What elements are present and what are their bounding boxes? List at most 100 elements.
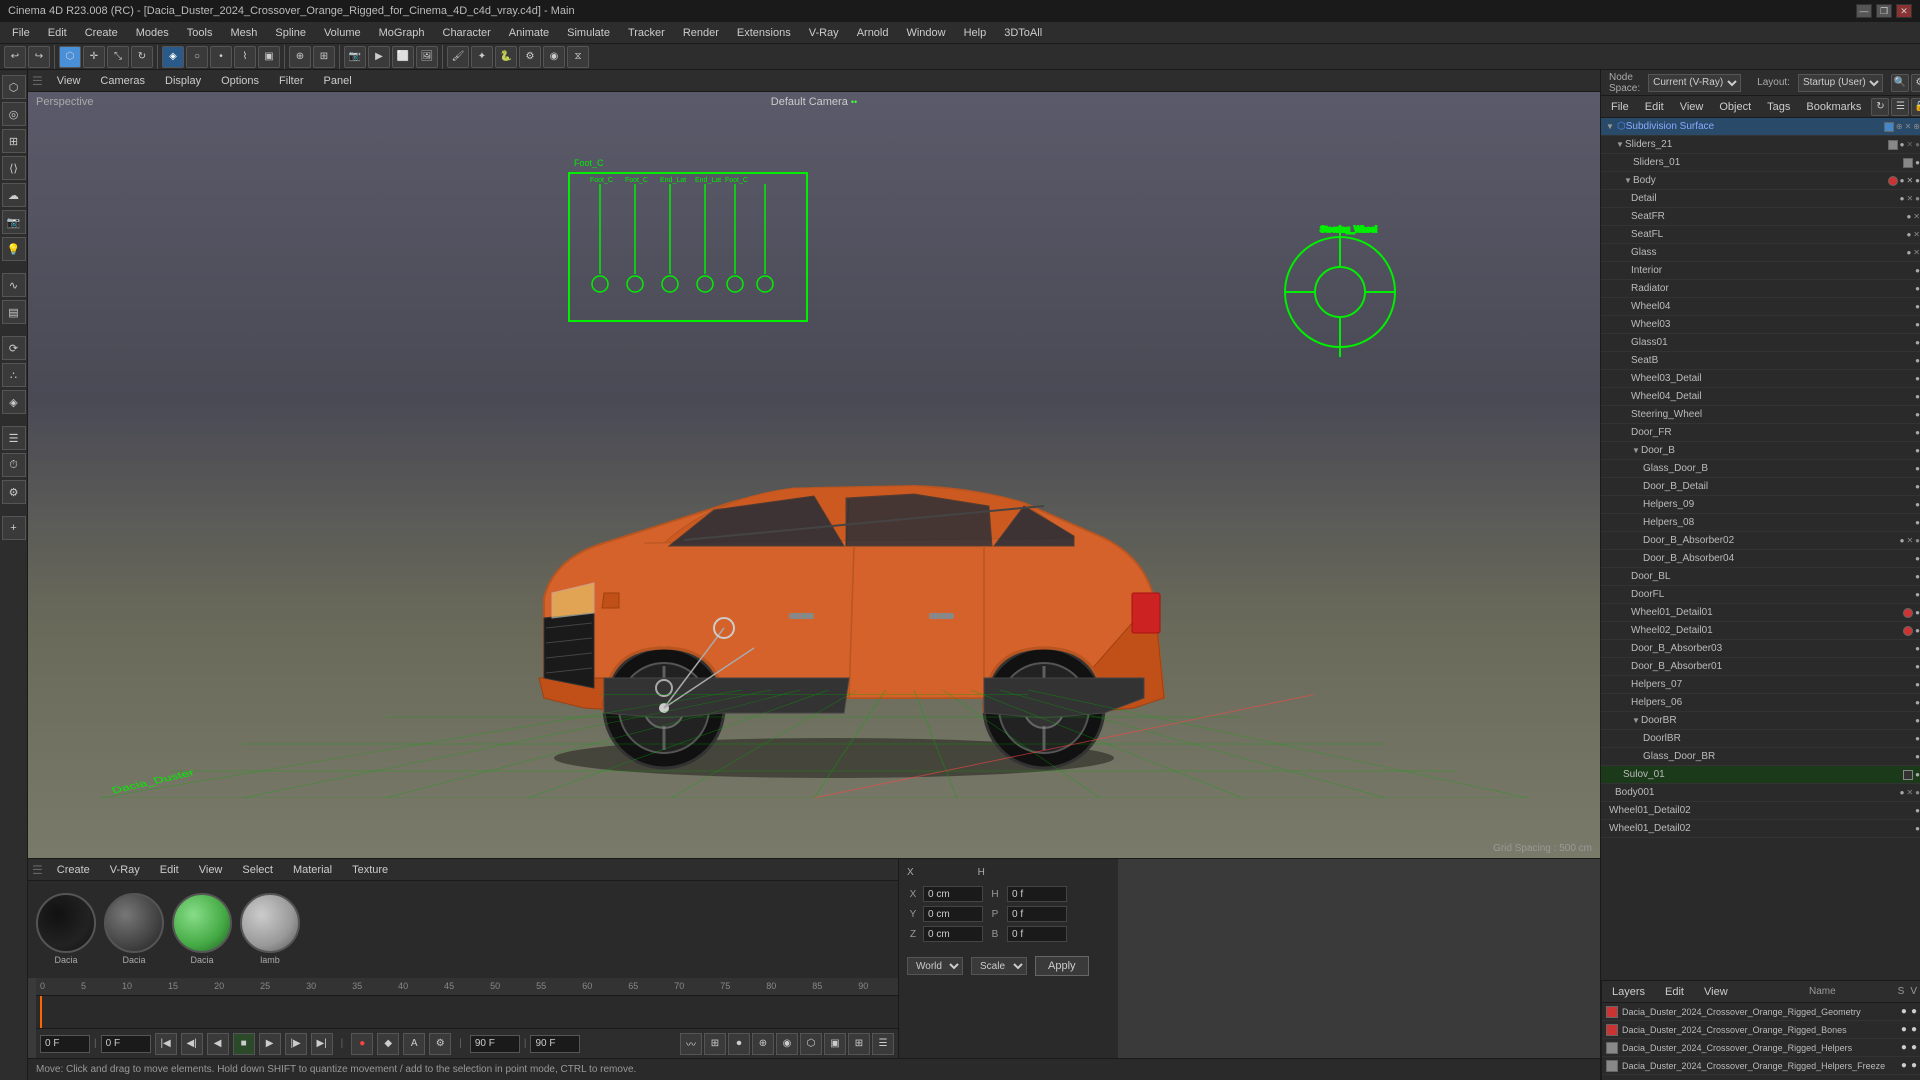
layers-edit[interactable]: Edit — [1659, 984, 1690, 1000]
material-ball-2[interactable] — [104, 893, 164, 953]
menu-item-arnold[interactable]: Arnold — [849, 25, 897, 41]
tree-item-sliders01[interactable]: ▶ Sliders_01 ● — [1601, 154, 1920, 172]
viewport-menu-icon[interactable]: ☰ — [32, 74, 43, 88]
layout-select[interactable]: Startup (User) — [1798, 74, 1883, 92]
om-edit[interactable]: Edit — [1639, 99, 1670, 115]
mat-view[interactable]: View — [193, 862, 229, 878]
menu-item-help[interactable]: Help — [956, 25, 995, 41]
search-scene-btn[interactable]: 🔍 — [1891, 74, 1909, 92]
go-to-start-btn[interactable]: |◀ — [155, 1033, 177, 1055]
timeline-content[interactable] — [36, 996, 898, 1029]
rotation-h-input[interactable] — [1007, 886, 1067, 902]
spline-tool[interactable]: ∿ — [2, 273, 26, 297]
tree-item-seatfr[interactable]: SeatFR●✕ — [1601, 208, 1920, 226]
plugin-btn3[interactable]: ⧖ — [567, 46, 589, 68]
tree-item-doorfr[interactable]: Door_FR● — [1601, 424, 1920, 442]
position-x-input[interactable] — [923, 886, 983, 902]
auto-key-btn[interactable]: A — [403, 1033, 425, 1055]
undo-button[interactable]: ↩ — [4, 46, 26, 68]
xpresso-tool[interactable]: ⚙ — [2, 480, 26, 504]
sculpt-btn[interactable]: ✦ — [471, 46, 493, 68]
tree-item-wheel01detail02a[interactable]: Wheel01_Detail02 ● — [1601, 802, 1920, 820]
om-object[interactable]: Object — [1713, 99, 1757, 115]
stop-btn[interactable]: ■ — [233, 1033, 255, 1055]
material-ball-4[interactable] — [240, 893, 300, 953]
tree-item-doorfl[interactable]: DoorFL● — [1601, 586, 1920, 604]
grid-btn[interactable]: ⊞ — [313, 46, 335, 68]
settings-btn[interactable]: ⚙ — [429, 1033, 451, 1055]
om-refresh-btn[interactable]: ↻ — [1871, 98, 1889, 116]
menu-item-window[interactable]: Window — [898, 25, 953, 41]
nurbs-tool[interactable]: ◎ — [2, 102, 26, 126]
viewport-menu-cameras[interactable]: Cameras — [94, 73, 151, 89]
tree-item-doorabsorber02[interactable]: Door_B_Absorber02●✕● — [1601, 532, 1920, 550]
timeline-scrubber[interactable] — [40, 996, 42, 1029]
menu-item-render[interactable]: Render — [675, 25, 727, 41]
environment-tool[interactable]: ☁ — [2, 183, 26, 207]
layer-helpers-freeze[interactable]: Dacia_Duster_2024_Crossover_Orange_Rigge… — [1602, 1057, 1920, 1075]
mat-edit[interactable]: Edit — [154, 862, 185, 878]
material-item-3[interactable]: Dacia — [172, 893, 232, 965]
tree-item-glass01[interactable]: Glass01● — [1601, 334, 1920, 352]
tree-item-wheel04detail[interactable]: Wheel04_Detail● — [1601, 388, 1920, 406]
viewport[interactable]: Perspective Default Camera •• Foot_C — [28, 92, 1600, 858]
layer-geometry[interactable]: Dacia_Duster_2024_Crossover_Orange_Rigge… — [1602, 1003, 1920, 1021]
layer-helpers[interactable]: Dacia_Duster_2024_Crossover_Orange_Rigge… — [1602, 1039, 1920, 1057]
menu-item-animate[interactable]: Animate — [501, 25, 557, 41]
tree-item-glassdoorbr[interactable]: Glass_Door_BR● — [1601, 748, 1920, 766]
tree-item-wheel04[interactable]: Wheel04● — [1601, 298, 1920, 316]
tree-item-helpers08[interactable]: Helpers_08● — [1601, 514, 1920, 532]
go-to-end-btn[interactable]: ▶| — [311, 1033, 333, 1055]
tree-item-interior[interactable]: Interior● — [1601, 262, 1920, 280]
mat-texture[interactable]: Texture — [346, 862, 394, 878]
mode-point[interactable]: • — [210, 46, 232, 68]
next-frame-btn[interactable]: |▶ — [285, 1033, 307, 1055]
om-view[interactable]: View — [1674, 99, 1710, 115]
tree-item-seatb[interactable]: SeatB● — [1601, 352, 1920, 370]
render-btn[interactable]: ▶ — [368, 46, 390, 68]
filter-scene-btn[interactable]: ⚙ — [1911, 74, 1920, 92]
tree-item-helpers06[interactable]: Helpers_06● — [1601, 694, 1920, 712]
frame-start-input[interactable] — [40, 1035, 90, 1053]
mat-vray[interactable]: V-Ray — [104, 862, 146, 878]
render-region-btn[interactable]: ⬜ — [392, 46, 414, 68]
plus-btn[interactable]: + — [2, 516, 26, 540]
rotation-b-input[interactable] — [1007, 926, 1067, 942]
material-tool-left[interactable]: ◈ — [2, 390, 26, 414]
tree-item-wheel02detail01[interactable]: Wheel02_Detail01 ● — [1601, 622, 1920, 640]
om-lock-btn[interactable]: 🔒 — [1911, 98, 1920, 116]
layers-view[interactable]: View — [1698, 984, 1734, 1000]
tree-item-sulov[interactable]: Sulov_01 ● — [1601, 766, 1920, 784]
xpresso-play-btn[interactable]: ▣ — [824, 1033, 846, 1055]
apply-button[interactable]: Apply — [1035, 956, 1089, 976]
tree-item-doorbr[interactable]: ▼ DoorBR ● — [1601, 712, 1920, 730]
position-y-input[interactable] — [923, 906, 983, 922]
camera-tool[interactable]: 📷 — [2, 210, 26, 234]
tree-item-doorabsorber01[interactable]: Door_B_Absorber01● — [1601, 658, 1920, 676]
menu-item-character[interactable]: Character — [435, 25, 499, 41]
tree-item-detail[interactable]: Detail●✕● — [1601, 190, 1920, 208]
viewport-menu-filter[interactable]: Filter — [273, 73, 309, 89]
menu-item-file[interactable]: File — [4, 25, 38, 41]
timeline-tool[interactable]: ⏱ — [2, 453, 26, 477]
keyframe-btn[interactable]: ◆ — [377, 1033, 399, 1055]
material-item-4[interactable]: lamb — [240, 893, 300, 965]
om-bookmarks[interactable]: Bookmarks — [1800, 99, 1867, 115]
tree-item-wheel03[interactable]: Wheel03● — [1601, 316, 1920, 334]
tree-item-wheel01detail02b[interactable]: Wheel01_Detail02 ● — [1601, 820, 1920, 838]
tree-item-steering[interactable]: Steering_Wheel● — [1601, 406, 1920, 424]
light-tool[interactable]: 💡 — [2, 237, 26, 261]
rotate-tool[interactable]: ↻ — [131, 46, 153, 68]
mat-menu-icon[interactable]: ☰ — [32, 863, 43, 877]
om-filter-btn[interactable]: ☰ — [1891, 98, 1909, 116]
om-tags[interactable]: Tags — [1761, 99, 1796, 115]
layers-menu[interactable]: Layers — [1606, 984, 1651, 1000]
tree-item-body001[interactable]: Body001 ●✕● — [1601, 784, 1920, 802]
menu-item-tools[interactable]: Tools — [179, 25, 221, 41]
om-file[interactable]: File — [1605, 99, 1635, 115]
mode-object[interactable]: ○ — [186, 46, 208, 68]
layers-tool[interactable]: ☰ — [2, 426, 26, 450]
record-btn[interactable]: ● — [351, 1033, 373, 1055]
xref-tool[interactable]: ⟳ — [2, 336, 26, 360]
tree-item-doorbl[interactable]: Door_BL● — [1601, 568, 1920, 586]
